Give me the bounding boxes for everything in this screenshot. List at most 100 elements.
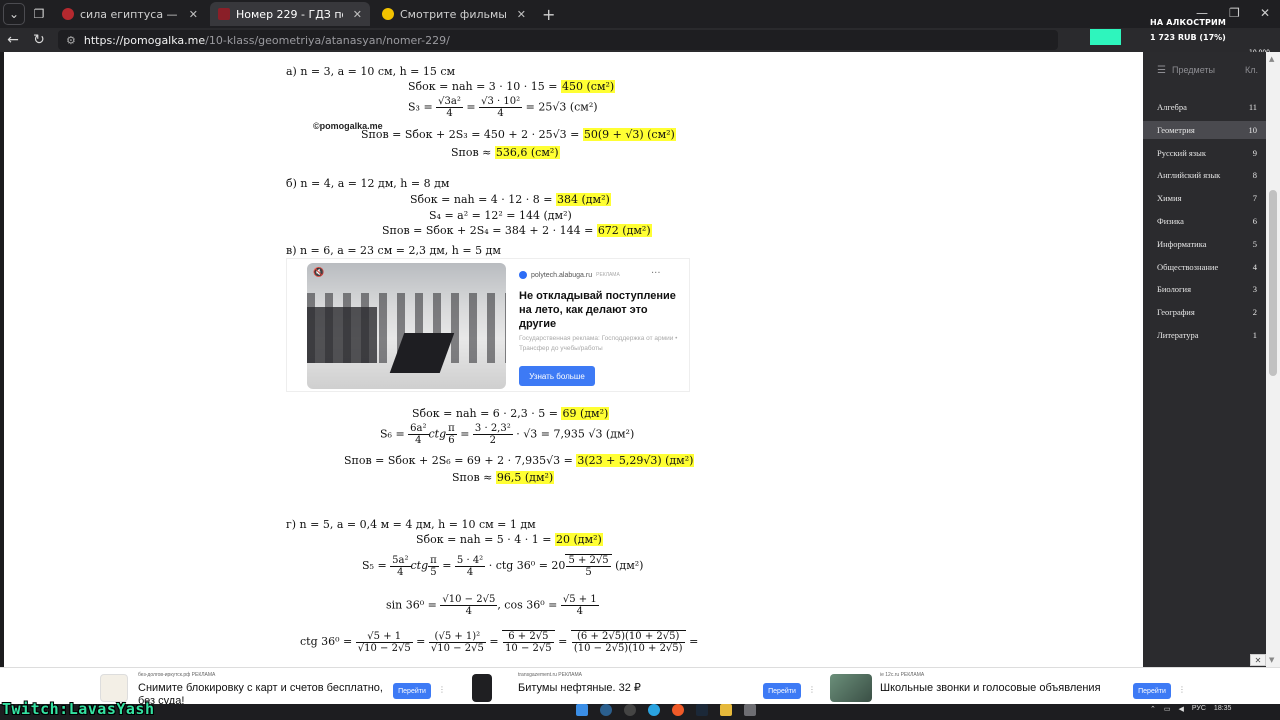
subjects-sidebar: ☰ Предметы Кл. Алгебра 11 Геометрия 10 Русск… bbox=[1143, 52, 1266, 668]
volume-icon[interactable]: ◀ bbox=[1179, 705, 1184, 713]
formula-text: Sбок = nah = 6 · 2,3 · 5 = bbox=[412, 407, 562, 420]
ad-more-icon[interactable]: ⋮ bbox=[808, 685, 816, 694]
url-field[interactable]: ⚙ https://pomogalka.me/10-klass/geometri… bbox=[58, 30, 1058, 50]
sidebar-item-grade: 2 bbox=[1252, 307, 1257, 318]
mute-icon[interactable]: 🔇 bbox=[313, 268, 324, 278]
language-indicator[interactable]: РУС bbox=[1192, 705, 1206, 713]
clock[interactable]: 18:35 bbox=[1214, 705, 1232, 713]
sidebar-item[interactable]: Биология 3 bbox=[1143, 280, 1266, 298]
ad-go-button[interactable]: Перейти bbox=[1133, 683, 1171, 699]
ad-card[interactable]: 🔇 polytech.alabuga.ru РЕКЛАМА ··· Не отк… bbox=[286, 258, 690, 392]
tab-menu-chevron-icon[interactable]: ⌄ bbox=[3, 3, 25, 25]
tab-0[interactable]: сила египтуса — Яндекс: нашлось ✕ bbox=[54, 2, 206, 26]
bottom-ad-2[interactable]: transgazement.ru РЕКЛАМА Битумы нефтяные… bbox=[466, 668, 816, 705]
obs-icon[interactable] bbox=[624, 704, 636, 716]
steam-app-icon[interactable] bbox=[696, 704, 708, 716]
app-icon[interactable] bbox=[744, 704, 756, 716]
sidebar-item[interactable]: Русский язык 9 bbox=[1143, 144, 1266, 162]
formula-text: Sпов ≈ bbox=[452, 471, 496, 484]
browser-icon[interactable] bbox=[672, 704, 684, 716]
tab-groups-icon[interactable]: ❐ bbox=[28, 3, 50, 25]
sidebar-item-label: Геометрия bbox=[1157, 124, 1195, 135]
close-tab-icon[interactable]: ✕ bbox=[517, 8, 526, 21]
sidebar-item[interactable]: Химия 7 bbox=[1143, 189, 1266, 207]
site-settings-icon[interactable]: ⚙ bbox=[66, 34, 76, 47]
bottom-ad-3[interactable]: ie 12c.ru РЕКЛАМА Школьные звонки и голо… bbox=[828, 668, 1188, 705]
network-icon[interactable]: ▭ bbox=[1164, 705, 1171, 713]
sidebar-item-grade: 5 bbox=[1252, 238, 1257, 249]
ad-video[interactable]: 🔇 bbox=[307, 263, 506, 389]
fraction-numerator: 3 · 2,3² bbox=[472, 423, 513, 435]
answer-highlight: 69 (дм²) bbox=[561, 407, 610, 420]
menu-icon[interactable]: ☰ bbox=[1157, 65, 1166, 76]
formula-text: = bbox=[554, 635, 571, 648]
steam-icon[interactable] bbox=[600, 704, 612, 716]
sidebar-header: ☰ Предметы Кл. bbox=[1143, 62, 1266, 78]
sidebar-item[interactable]: География 2 bbox=[1143, 303, 1266, 321]
part-g-condition: г) n = 5, a = 0,4 м = 4 дм, h = 10 см = … bbox=[286, 518, 536, 531]
ad-more-options-icon[interactable]: ··· bbox=[651, 268, 661, 279]
answer-highlight: 50(9 + √3) (см²) bbox=[582, 128, 676, 141]
ad-more-icon[interactable]: ⋮ bbox=[1178, 685, 1186, 694]
sidebar-item[interactable]: Английский язык 8 bbox=[1143, 166, 1266, 184]
scroll-up-icon[interactable]: ▲ bbox=[1269, 55, 1274, 63]
close-tab-icon[interactable]: ✕ bbox=[353, 8, 362, 21]
sidebar-item[interactable]: Физика 6 bbox=[1143, 212, 1266, 230]
back-arrow-icon[interactable]: ← bbox=[0, 32, 26, 48]
sidebar-item-label: Информатика bbox=[1157, 238, 1207, 249]
fraction-denominator: 10 − 2√5 bbox=[505, 643, 552, 654]
sidebar-item[interactable]: Геометрия 10 bbox=[1143, 120, 1266, 139]
close-tab-icon[interactable]: ✕ bbox=[189, 8, 198, 21]
answer-highlight: 384 (дм²) bbox=[556, 193, 611, 206]
sidebar-item[interactable]: Информатика 5 bbox=[1143, 235, 1266, 253]
folder-icon[interactable] bbox=[720, 704, 732, 716]
answer-highlight: 536,6 (см²) bbox=[494, 146, 560, 159]
ad-learn-more-button[interactable]: Узнать больше bbox=[519, 366, 595, 386]
ad-go-button[interactable]: Перейти bbox=[763, 683, 801, 699]
ad-source: без-долгов-иркутск.рф РЕКЛАМА bbox=[138, 672, 216, 678]
system-tray: ⌃ ▭ ◀ РУС 18:35 bbox=[1150, 705, 1231, 713]
close-ads-button[interactable]: ✕ bbox=[1250, 654, 1266, 666]
fraction-numerator: 5 + 2√5 bbox=[566, 555, 611, 567]
page-content: ©pomogalka.me а) n = 3, a = 10 см, h = 1… bbox=[4, 52, 1143, 668]
new-tab-button[interactable]: + bbox=[542, 5, 555, 24]
fraction-numerator: 5 · 4² bbox=[454, 554, 486, 567]
tab-1-active[interactable]: Номер 229 - ГДЗ по геометрии 10 ✕ bbox=[210, 2, 370, 26]
ad-subtext: Государственная реклама: Господдержка от… bbox=[519, 335, 678, 352]
ad-headline[interactable]: Не откладывай поступление на лето, как д… bbox=[519, 289, 679, 331]
formula-text: = bbox=[456, 427, 473, 441]
url-host: https://pomogalka.me bbox=[83, 33, 206, 47]
formula-text: Sпов ≈ bbox=[451, 146, 495, 159]
page-scrollbar[interactable]: ▲ ▼ bbox=[1266, 52, 1280, 668]
ad-thumbnail bbox=[100, 674, 128, 702]
sidebar-item-grade: 7 bbox=[1252, 193, 1257, 204]
ad-text[interactable]: Битумы нефтяные. 32 ₽ bbox=[518, 682, 641, 695]
fraction-denominator: 5 bbox=[585, 567, 592, 578]
explorer-icon[interactable] bbox=[576, 704, 588, 716]
part-g-line-3: sin 36⁰ = √10 − 2√5 4, cos 36⁰ = √5 + 14 bbox=[386, 594, 599, 617]
sidebar-item[interactable]: Алгебра 11 bbox=[1143, 98, 1266, 116]
formula-text: Sпов = Sбок + 2S₄ = 384 + 2 · 144 = bbox=[382, 224, 597, 237]
part-v-line-2: S₆ = 6a² 4 ctg π 6 = 3 · 2,3² 2 · √3 = 7,935 … bbox=[380, 423, 634, 446]
scrollbar-thumb[interactable] bbox=[1269, 190, 1277, 376]
tab-2[interactable]: Смотрите фильмы и сериалы онлайн ✕ bbox=[374, 2, 534, 26]
part-v-condition: в) n = 6, a = 23 см = 2,3 дм, h = 5 дм bbox=[286, 244, 501, 257]
part-a-line-3: Sпов = Sбок + 2S₃ = 450 + 2 · 25√3 = 50(… bbox=[361, 128, 676, 141]
scroll-down-icon[interactable]: ▼ bbox=[1269, 656, 1274, 664]
donation-label: НА АЛКОСТРИМ bbox=[1150, 18, 1227, 27]
part-a-line-4: Sпов ≈ 536,6 (см²) bbox=[451, 146, 560, 159]
part-a-line-1: Sбок = nah = 3 · 10 · 15 = 450 (см²) bbox=[408, 80, 616, 93]
tray-arrow-icon[interactable]: ⌃ bbox=[1150, 705, 1156, 713]
reload-icon[interactable]: ↻ bbox=[26, 32, 52, 48]
sidebar-item-grade: 3 bbox=[1252, 284, 1257, 295]
sidebar-item[interactable]: Обществознание 4 bbox=[1143, 258, 1266, 276]
url-path: /10-klass/geometriya/atanasyan/nomer-229… bbox=[205, 33, 450, 47]
sidebar-item[interactable]: Литература 1 bbox=[1143, 326, 1266, 344]
ad-more-icon[interactable]: ⋮ bbox=[438, 685, 446, 694]
part-g-line-1: Sбок = nah = 5 · 4 · 1 = 20 (дм²) bbox=[416, 533, 603, 546]
fraction-numerator: √3 · 10² bbox=[479, 96, 523, 108]
answer-highlight: 450 (см²) bbox=[561, 80, 616, 93]
ad-text[interactable]: Школьные звонки и голосовые объявления bbox=[880, 682, 1101, 695]
telegram-icon[interactable] bbox=[648, 704, 660, 716]
ad-go-button[interactable]: Перейти bbox=[393, 683, 431, 699]
